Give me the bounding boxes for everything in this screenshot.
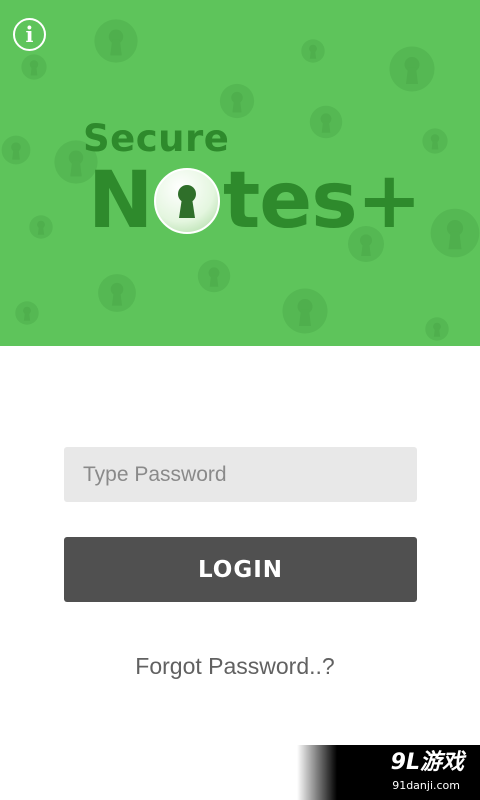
info-button[interactable]: i <box>13 18 46 51</box>
keyhole-lock-icon <box>154 168 220 234</box>
header-banner: i Secure N tes+ <box>0 0 480 346</box>
login-button[interactable]: LOGIN <box>64 537 417 602</box>
forgot-password-link[interactable]: Forgot Password..? <box>0 653 470 680</box>
brand-notes-first-letter: N <box>88 156 154 246</box>
password-input[interactable] <box>64 447 417 502</box>
brand-secure-label: Secure <box>83 117 230 160</box>
brand-notes-rest: tes+ <box>223 156 422 246</box>
watermark-logo-text: 9L游戏 <box>390 750 464 775</box>
info-icon: i <box>25 22 34 47</box>
watermark-badge: 9L游戏 91danji.com <box>297 745 480 800</box>
watermark-url: 91danji.com <box>392 779 460 792</box>
